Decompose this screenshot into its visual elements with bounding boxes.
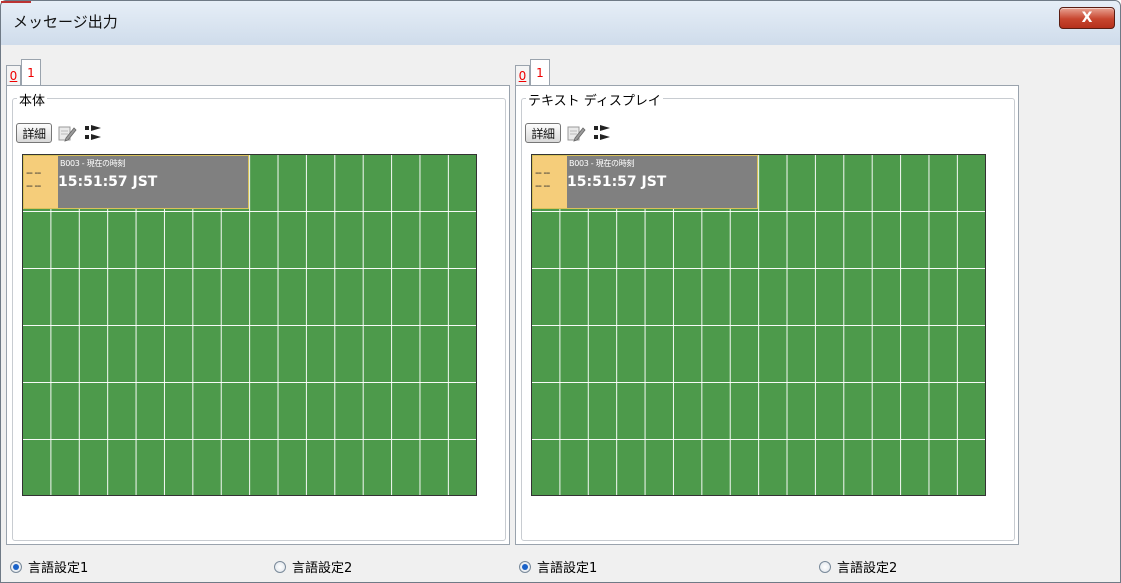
language-radio-group: 言語設定1 言語設定2 [515,549,1019,577]
edit-icon[interactable] [56,122,78,144]
radio-label: 言語設定1 [537,561,598,576]
window-title: メッセージ出力 [13,13,118,31]
group-title: 本体 [17,90,48,109]
detail-button[interactable]: 詳細 [525,123,561,143]
message-marker: -- -- -- -- [533,156,567,208]
tab-1[interactable]: 1 [530,59,550,85]
message-cell[interactable]: -- -- -- -- B003 - 現在の時刻 15:51:57 JST [23,155,249,209]
message-cell[interactable]: -- -- -- -- B003 - 現在の時刻 15:51:57 JST [532,155,758,209]
radio-unchecked-icon [819,560,831,573]
close-button[interactable]: X [1059,7,1115,29]
tab-0[interactable]: 0 [6,65,21,85]
title-bar-accent [1,1,31,3]
message-time: 15:51:57 JST [567,174,667,190]
tab-0[interactable]: 0 [515,65,530,85]
radio-label: 言語設定1 [28,561,89,576]
message-marker: -- -- -- -- [24,156,58,208]
title-bar[interactable]: メッセージ出力 X [1,1,1120,45]
radio-language-2[interactable]: 言語設定2 [274,557,352,576]
message-code: B003 - 現在の時刻 [60,159,126,168]
edit-icon[interactable] [565,122,587,144]
radio-language-1[interactable]: 言語設定1 [519,557,597,576]
message-display-grid[interactable]: -- -- -- -- B003 - 現在の時刻 15:51:57 JST [22,154,477,496]
move-icon[interactable] [82,122,104,144]
group-title: テキスト ディスプレイ [526,90,663,109]
radio-language-1[interactable]: 言語設定1 [10,557,88,576]
panel-text-display: 0 1 テキスト ディスプレイ 詳細 -- -- -- -- B003 - 現在… [515,59,1019,576]
radio-language-2[interactable]: 言語設定2 [819,557,897,576]
tab-1[interactable]: 1 [21,59,41,85]
close-icon: X [1081,10,1093,26]
radio-checked-icon [10,560,22,573]
message-code: B003 - 現在の時刻 [569,159,635,168]
panel-body: テキスト ディスプレイ 詳細 -- -- -- -- B003 - 現在の時刻 … [515,85,1019,545]
radio-label: 言語設定2 [292,561,353,576]
toolbar: 詳細 [16,121,104,145]
language-radio-group: 言語設定1 言語設定2 [6,549,510,577]
toolbar: 詳細 [525,121,613,145]
detail-button[interactable]: 詳細 [16,123,52,143]
group-box: テキスト ディスプレイ 詳細 -- -- -- -- B003 - 現在の時刻 … [521,90,1015,541]
move-icon[interactable] [591,122,613,144]
panel-main: 0 1 本体 詳細 -- -- -- -- B003 - 現在の時刻 15:51… [6,59,510,576]
message-time: 15:51:57 JST [58,174,158,190]
message-output-window: メッセージ出力 X 0 1 本体 詳細 -- -- -- -- B003 - 現… [0,0,1121,583]
radio-label: 言語設定2 [837,561,898,576]
panel-body: 本体 詳細 -- -- -- -- B003 - 現在の時刻 15:51:57 … [6,85,510,545]
message-display-grid[interactable]: -- -- -- -- B003 - 現在の時刻 15:51:57 JST [531,154,986,496]
radio-unchecked-icon [274,560,286,573]
radio-checked-icon [519,560,531,573]
group-box: 本体 詳細 -- -- -- -- B003 - 現在の時刻 15:51:57 … [12,90,506,541]
